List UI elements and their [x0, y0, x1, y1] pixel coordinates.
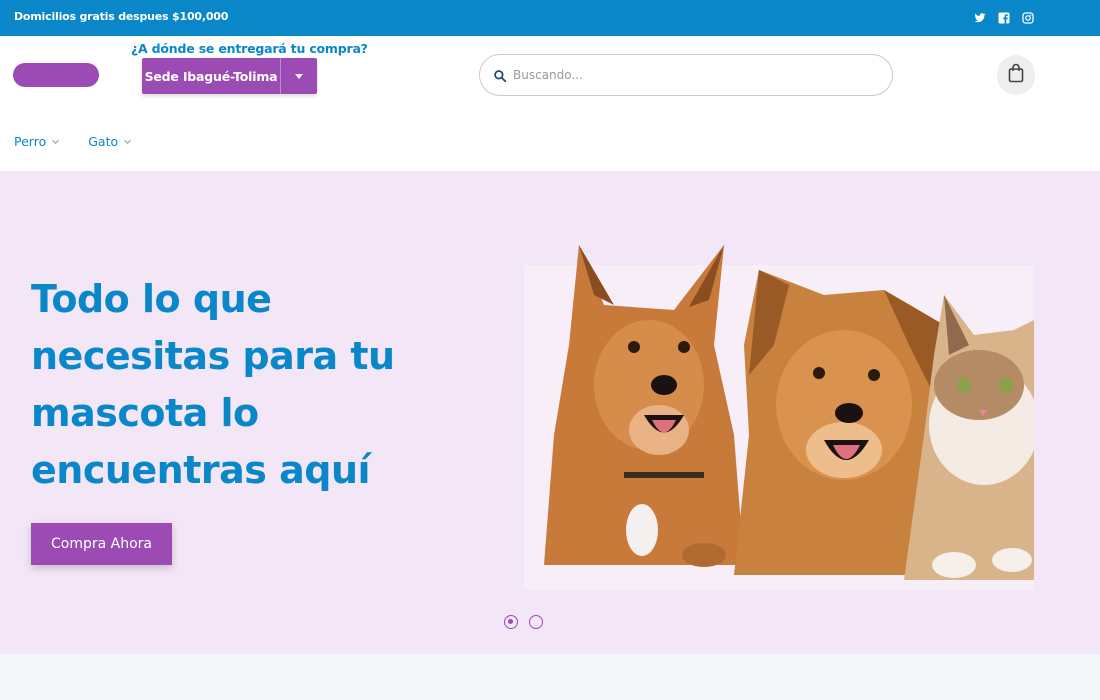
chevron-down-icon: [52, 139, 60, 145]
selected-store-location[interactable]: Sede Ibagué-Tolima: [142, 58, 280, 94]
twitter-icon[interactable]: [974, 9, 986, 23]
top-announcement-bar: Domicilios gratis despues $100,000: [0, 0, 1100, 36]
shopping-bag-icon: [1008, 63, 1024, 87]
search-input[interactable]: [513, 65, 873, 85]
delivery-location-label: ¿A dónde se entregará tu compra?: [131, 41, 368, 56]
chevron-down-icon: [124, 139, 132, 145]
store-logo[interactable]: [13, 63, 99, 87]
carousel-indicators: [504, 615, 543, 629]
instagram-icon[interactable]: [1022, 9, 1034, 24]
nav-item-label: Perro: [14, 134, 47, 149]
hero-banner: Todo lo que necesitas para tu mascota lo…: [0, 171, 1100, 654]
pets-hero-image: [524, 245, 1034, 590]
nav-item-gato[interactable]: Gato: [88, 134, 132, 149]
location-dropdown-toggle[interactable]: [280, 58, 317, 94]
shop-now-button[interactable]: Compra Ahora: [31, 523, 172, 565]
carousel-dot-2[interactable]: [529, 615, 543, 629]
free-delivery-promo: Domicilios gratis despues $100,000: [14, 10, 229, 23]
search-bar[interactable]: [479, 54, 893, 96]
carousel-dot-1[interactable]: [504, 615, 518, 629]
facebook-icon[interactable]: [998, 9, 1010, 24]
caret-down-icon: [295, 73, 303, 79]
cart-button[interactable]: [997, 55, 1035, 95]
category-nav: Perro Gato: [14, 134, 132, 149]
search-icon: [493, 68, 507, 87]
page-section-below-hero: [0, 654, 1100, 700]
nav-item-label: Gato: [88, 134, 119, 149]
nav-item-perro[interactable]: Perro: [14, 134, 60, 149]
store-location-selector[interactable]: Sede Ibagué-Tolima: [142, 58, 317, 94]
social-links: [974, 9, 1034, 24]
hero-title: Todo lo que necesitas para tu mascota lo…: [31, 277, 395, 492]
